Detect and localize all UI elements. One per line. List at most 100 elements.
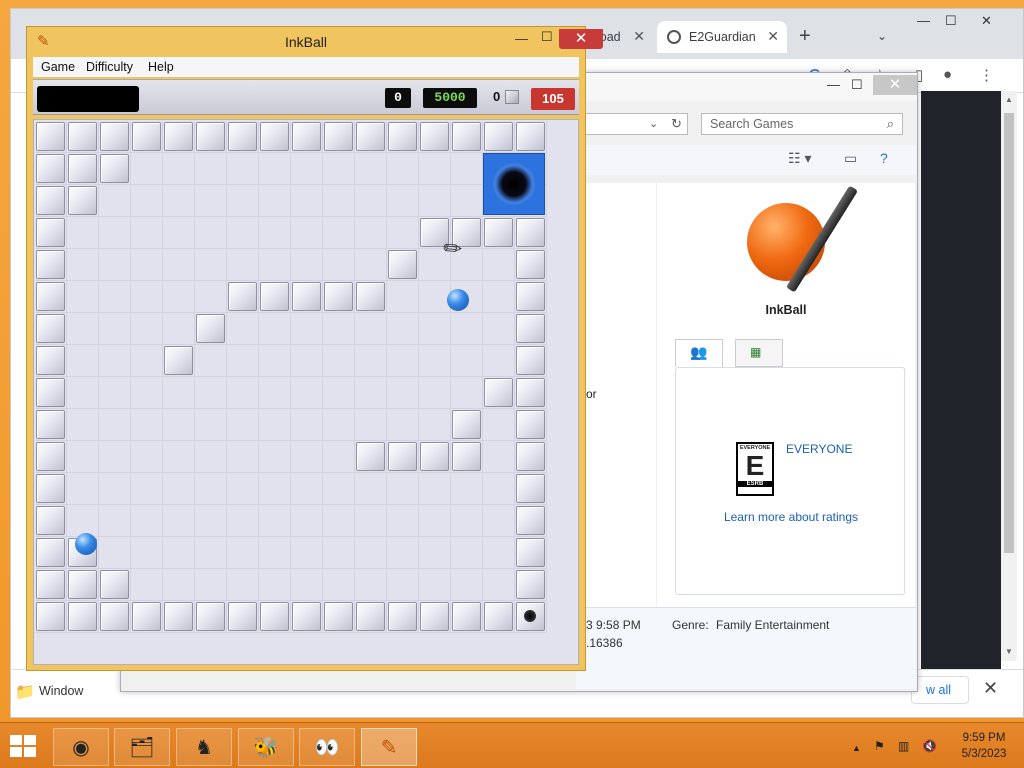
clock[interactable]: 9:59 PM 5/3/2023 — [954, 730, 1014, 762]
board-cell[interactable] — [451, 345, 483, 377]
scroll-thumb[interactable] — [1004, 113, 1014, 553]
board-cell[interactable] — [67, 313, 99, 345]
tab-search-chevron-icon[interactable]: ⌄ — [877, 29, 887, 43]
board-cell[interactable] — [67, 441, 99, 473]
board-cell[interactable] — [99, 217, 131, 249]
board-cell[interactable] — [259, 217, 291, 249]
board-cell[interactable] — [67, 281, 99, 313]
board-cell[interactable] — [99, 345, 131, 377]
board-cell[interactable] — [355, 313, 387, 345]
board-cell[interactable] — [419, 153, 451, 185]
board-cell[interactable] — [419, 409, 451, 441]
board-cell[interactable] — [323, 345, 355, 377]
board-cell[interactable] — [419, 505, 451, 537]
board-cell[interactable] — [163, 537, 195, 569]
board-cell[interactable] — [323, 153, 355, 185]
board-cell[interactable] — [291, 569, 323, 601]
new-tab-button[interactable]: + — [799, 25, 811, 48]
board-cell[interactable] — [131, 313, 163, 345]
board-cell[interactable] — [131, 345, 163, 377]
learn-more-link[interactable]: Learn more about ratings — [676, 510, 906, 524]
board-cell[interactable] — [163, 409, 195, 441]
board-cell[interactable] — [195, 249, 227, 281]
taskbar-file-explorer[interactable]: 🗂 — [114, 728, 170, 766]
board-cell[interactable] — [451, 313, 483, 345]
board-cell[interactable] — [483, 441, 515, 473]
board-cell[interactable] — [419, 537, 451, 569]
menu-difficulty[interactable]: Difficulty — [86, 60, 133, 74]
board-cell[interactable] — [227, 185, 259, 217]
board-cell[interactable] — [131, 281, 163, 313]
board-cell[interactable] — [387, 217, 419, 249]
board-cell[interactable] — [99, 409, 131, 441]
board-cell[interactable] — [227, 409, 259, 441]
board-cell[interactable] — [227, 313, 259, 345]
board-cell[interactable] — [291, 345, 323, 377]
maximize-icon[interactable]: ☐ — [541, 29, 553, 45]
board-cell[interactable] — [99, 281, 131, 313]
board-cell[interactable] — [355, 153, 387, 185]
board-cell[interactable] — [451, 185, 483, 217]
board-cell[interactable] — [163, 441, 195, 473]
board-cell[interactable] — [291, 377, 323, 409]
minimize-icon[interactable]: — — [827, 77, 840, 92]
board-cell[interactable] — [323, 441, 355, 473]
board-cell[interactable] — [323, 249, 355, 281]
board-cell[interactable] — [387, 345, 419, 377]
rating-text[interactable]: EVERYONE — [786, 442, 852, 456]
board-cell[interactable] — [259, 185, 291, 217]
board-cell[interactable] — [387, 377, 419, 409]
board-cell[interactable] — [483, 473, 515, 505]
board-cell[interactable] — [323, 185, 355, 217]
network-icon[interactable]: ▥ — [898, 739, 909, 753]
board-cell[interactable] — [227, 505, 259, 537]
board-cell[interactable] — [195, 441, 227, 473]
board-cell[interactable] — [387, 281, 419, 313]
board-cell[interactable] — [291, 185, 323, 217]
board-cell[interactable] — [483, 249, 515, 281]
board-cell[interactable] — [355, 409, 387, 441]
board-cell[interactable] — [355, 377, 387, 409]
board-cell[interactable] — [67, 345, 99, 377]
taskbar-hive[interactable]: 🐝 — [238, 728, 294, 766]
board-cell[interactable] — [67, 249, 99, 281]
board-cell[interactable] — [291, 537, 323, 569]
board-cell[interactable] — [99, 313, 131, 345]
taskbar-chrome[interactable]: ◉ — [53, 728, 109, 766]
board-cell[interactable] — [163, 281, 195, 313]
menu-help[interactable]: Help — [148, 60, 174, 74]
board-cell[interactable] — [387, 153, 419, 185]
flag-icon[interactable]: ⚑ — [874, 739, 885, 753]
board-cell[interactable] — [163, 249, 195, 281]
board-cell[interactable] — [387, 313, 419, 345]
maximize-icon[interactable]: ☐ — [851, 77, 863, 93]
board-cell[interactable] — [131, 569, 163, 601]
board-cell[interactable] — [355, 345, 387, 377]
board-cell[interactable] — [419, 313, 451, 345]
board-cell[interactable] — [355, 185, 387, 217]
board-cell[interactable] — [99, 441, 131, 473]
board-cell[interactable] — [195, 409, 227, 441]
board-cell[interactable] — [483, 281, 515, 313]
board-cell[interactable] — [259, 409, 291, 441]
board-cell[interactable] — [451, 505, 483, 537]
board-cell[interactable] — [131, 249, 163, 281]
board-cell[interactable] — [323, 537, 355, 569]
address-bar[interactable]: ⌄ ↻ — [576, 113, 688, 135]
board-cell[interactable] — [67, 409, 99, 441]
board-cell[interactable] — [419, 473, 451, 505]
board-cell[interactable] — [483, 505, 515, 537]
board-cell[interactable] — [323, 409, 355, 441]
menu-game[interactable]: Game — [41, 60, 75, 74]
board-cell[interactable] — [451, 473, 483, 505]
board-cell[interactable] — [451, 569, 483, 601]
board-cell[interactable] — [483, 409, 515, 441]
board-cell[interactable] — [291, 313, 323, 345]
search-input[interactable]: Search Games ⌕ — [701, 113, 903, 135]
board-cell[interactable] — [195, 281, 227, 313]
board-cell[interactable] — [483, 345, 515, 377]
maximize-icon[interactable]: ☐ — [945, 13, 957, 29]
board-cell[interactable] — [451, 153, 483, 185]
page-scrollbar[interactable]: ▲ ▼ — [1001, 91, 1017, 661]
board-cell[interactable] — [451, 537, 483, 569]
